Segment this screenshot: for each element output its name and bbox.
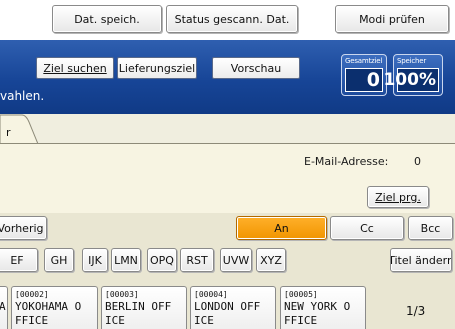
destination-toolbar: Ziel suchen Lieferungsziel Vorschau Gesa… (0, 40, 455, 114)
destination-key-partial[interactable]: A (0, 286, 8, 329)
check-modes-button[interactable]: Modi prüfen (335, 5, 449, 33)
index-key-xyz[interactable]: XYZ (256, 248, 286, 272)
destination-number: [00002] (15, 290, 49, 299)
destination-number: [00003] (105, 290, 139, 299)
destination-key-london[interactable]: [00004] LONDON OFF ICE (190, 286, 276, 329)
delivery-destination-button[interactable]: Lieferungsziel (117, 57, 197, 79)
register-destination-label: Ziel prg. (375, 190, 421, 204)
top-button-area: Dat. speich. Status gescann. Dat. Modi p… (0, 0, 455, 40)
tab-strip: r (0, 114, 455, 144)
destination-tab[interactable]: r (0, 114, 40, 144)
destination-key-yokohama[interactable]: [00002] YOKOHAMA O FFICE (11, 286, 98, 329)
memory-label: Speicher (397, 57, 427, 65)
save-file-button[interactable]: Dat. speich. (52, 5, 162, 33)
destination-name-line1: YOKOHAMA O (15, 300, 82, 313)
total-destinations-label: Gesamtziel (345, 57, 383, 65)
destination-number: [00005] (284, 290, 318, 299)
instruction-text: vahlen. (0, 89, 45, 103)
total-destinations-value: 0 (345, 68, 383, 92)
to-button[interactable]: An (236, 216, 327, 240)
search-destination-button[interactable]: Ziel suchen (36, 57, 114, 79)
edit-title-button[interactable]: Titel ändern (390, 248, 452, 272)
scanned-status-button[interactable]: Status gescann. Dat. (166, 5, 298, 33)
index-key-ijk[interactable]: IJK (82, 248, 108, 272)
index-key-ef[interactable]: EF (0, 248, 38, 272)
cc-button[interactable]: Cc (330, 216, 404, 240)
previous-button[interactable]: Vorherig (0, 216, 47, 240)
preview-button[interactable]: Vorschau (212, 57, 300, 79)
email-address-count: 0 (414, 155, 421, 168)
index-key-gh[interactable]: GH (44, 248, 74, 272)
destination-key-new-york[interactable]: [00005] NEW YORK O FFICE (280, 286, 366, 329)
index-key-opq[interactable]: OPQ (147, 248, 177, 272)
email-address-label: E-Mail-Adresse: (304, 155, 389, 168)
destination-name-line1: NEW YORK O (284, 300, 351, 313)
destination-name-line2: FFICE (15, 314, 49, 327)
destination-name-line1: LONDON OFF (194, 300, 261, 313)
search-destination-label: Ziel suchen (43, 61, 107, 75)
destination-name-line1: A (0, 300, 6, 313)
register-destination-button[interactable]: Ziel prg. (367, 186, 429, 208)
destination-name-line2: ICE (194, 314, 214, 327)
total-destinations-counter: Gesamtziel 0 (341, 54, 387, 96)
destination-number: [00004] (194, 290, 228, 299)
destination-key-berlin[interactable]: [00003] BERLIN OFF ICE (101, 286, 187, 329)
index-key-lmn[interactable]: LMN (111, 248, 141, 272)
destination-name-line2: FFICE (284, 314, 318, 327)
page-indicator: 1/3 (406, 304, 426, 318)
destination-name-line1: BERLIN OFF (105, 300, 172, 313)
memory-counter: Speicher 100% (383, 54, 443, 96)
bcc-button[interactable]: Bcc (408, 216, 453, 240)
memory-value: 100% (383, 68, 439, 92)
destination-name-line2: ICE (105, 314, 125, 327)
destination-tab-label: r (6, 126, 11, 139)
index-key-uvw[interactable]: UVW (220, 248, 252, 272)
index-key-rst[interactable]: RST (180, 248, 214, 272)
